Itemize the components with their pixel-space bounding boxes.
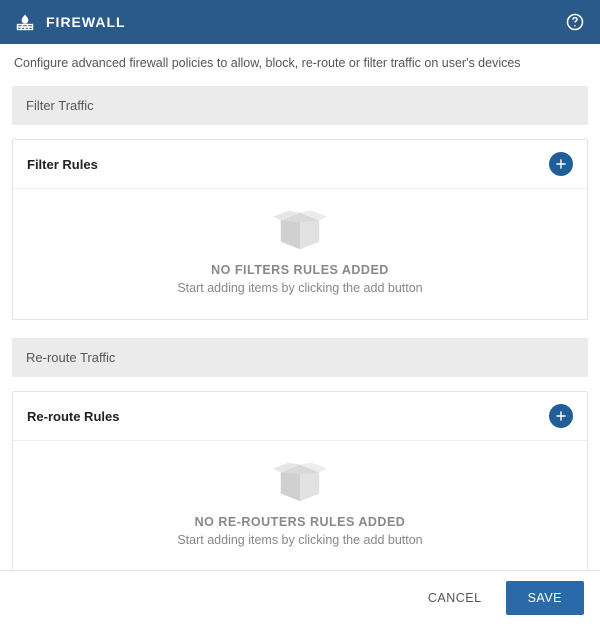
empty-box-icon: [269, 455, 331, 507]
help-icon[interactable]: [564, 11, 586, 33]
add-filter-rule-button[interactable]: [549, 152, 573, 176]
filter-empty-title: NO FILTERS RULES ADDED: [23, 263, 577, 277]
plus-icon: [554, 409, 568, 423]
filter-empty-subtitle: Start adding items by clicking the add b…: [23, 281, 577, 295]
reroute-traffic-section: Re-route Traffic Re-route Rules: [12, 338, 588, 570]
content-area: Configure advanced firewall policies to …: [0, 44, 600, 570]
filter-card-header: Filter Rules: [13, 140, 587, 189]
reroute-card-header: Re-route Rules: [13, 392, 587, 441]
footer-actions: CANCEL SAVE: [0, 570, 600, 624]
firewall-icon: [14, 11, 36, 33]
reroute-empty-state: NO RE-ROUTERS RULES ADDED Start adding i…: [13, 441, 587, 570]
page-description: Configure advanced firewall policies to …: [0, 44, 600, 80]
cancel-button[interactable]: CANCEL: [422, 583, 488, 613]
reroute-rules-card: Re-route Rules NO RE: [12, 391, 588, 570]
filter-empty-state: NO FILTERS RULES ADDED Start adding item…: [13, 189, 587, 319]
save-button[interactable]: SAVE: [506, 581, 584, 615]
page-title: FIREWALL: [46, 14, 564, 30]
reroute-empty-title: NO RE-ROUTERS RULES ADDED: [23, 515, 577, 529]
reroute-section-title: Re-route Traffic: [12, 338, 588, 377]
plus-icon: [554, 157, 568, 171]
add-reroute-rule-button[interactable]: [549, 404, 573, 428]
empty-box-icon: [269, 203, 331, 255]
reroute-empty-subtitle: Start adding items by clicking the add b…: [23, 533, 577, 547]
filter-card-title: Filter Rules: [27, 157, 549, 172]
reroute-card-title: Re-route Rules: [27, 409, 549, 424]
page-header: FIREWALL: [0, 0, 600, 44]
filter-traffic-section: Filter Traffic Filter Rules: [12, 86, 588, 320]
filter-section-title: Filter Traffic: [12, 86, 588, 125]
filter-rules-card: Filter Rules NO FILT: [12, 139, 588, 320]
